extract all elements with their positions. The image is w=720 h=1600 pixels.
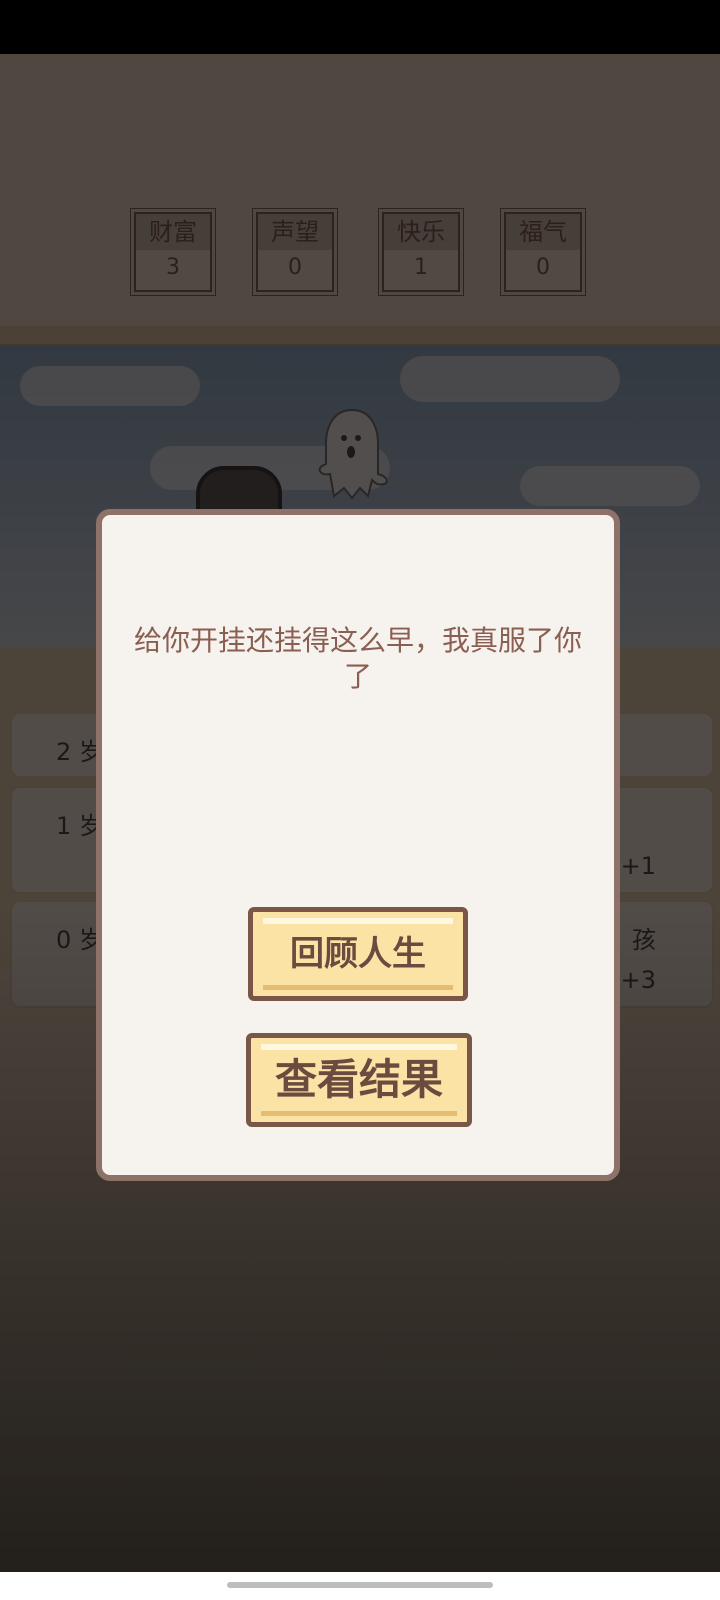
view-result-button[interactable]: 查看结果 [246,1033,472,1127]
navigation-bar [0,1572,720,1600]
view-result-label: 查看结果 [274,1055,443,1104]
game-over-dialog: 给你开挂还挂得这么早，我真服了你了 回顾人生 查看结果 [96,509,620,1181]
status-bar [0,0,720,54]
review-life-label: 回顾人生 [290,934,426,974]
review-life-button[interactable]: 回顾人生 [248,907,468,1001]
dialog-message: 给你开挂还挂得这么早，我真服了你了 [133,624,582,693]
home-indicator[interactable] [227,1582,493,1588]
